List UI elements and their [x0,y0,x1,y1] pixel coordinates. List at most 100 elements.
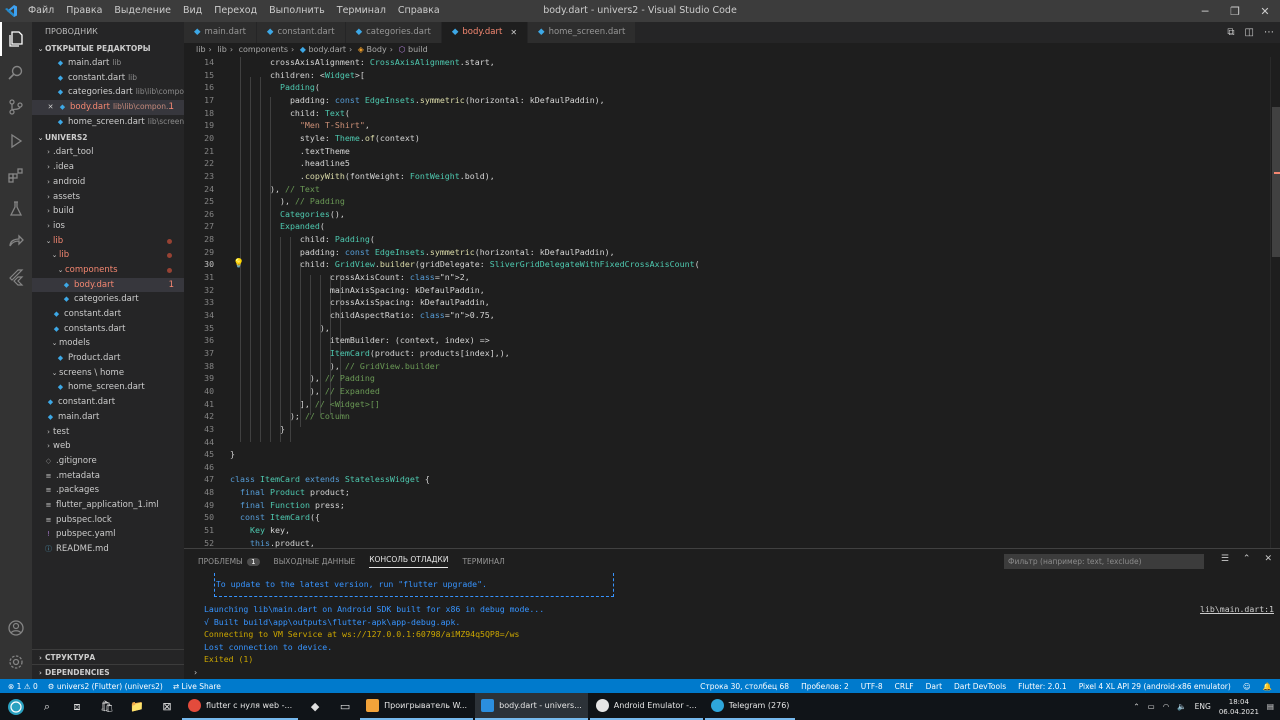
tree-folder[interactable]: › build [32,204,184,219]
extensions-icon[interactable] [0,158,32,192]
tab-debug-console[interactable]: КОНСОЛЬ ОТЛАДКИ [369,555,449,568]
breadcrumb-item[interactable]: lib [217,45,227,54]
cursor-position[interactable]: Строка 30, столбец 68 [700,682,789,691]
chevron-up-icon[interactable]: ⌃ [1133,702,1139,711]
explorer-icon[interactable] [0,22,32,56]
chevron-right-icon[interactable]: › [194,668,197,677]
tree-file[interactable]: ◆ categories.dart [32,292,184,307]
feedback-icon[interactable]: ☺ [1243,682,1251,691]
breadcrumb-item[interactable]: components [239,45,288,54]
tab-body-dart[interactable]: ◆ body.dart ✕ [441,22,529,43]
code-editor[interactable]: 14 crossAxisAlignment: CrossAxisAlignmen… [184,57,1280,548]
menu-edit[interactable]: Правка [60,0,108,22]
debug-filter-input[interactable]: Фильтр (например: text, !exclude) [1004,554,1204,569]
indentation[interactable]: Пробелов: 2 [801,682,849,691]
store-icon[interactable]: 🛍 [92,693,122,720]
taskbar-app-vscode[interactable]: body.dart - univers... [475,693,588,720]
tree-folder[interactable]: › test [32,425,184,440]
open-preview-icon[interactable]: ⧉ [1227,27,1234,38]
tab-output[interactable]: ВЫХОДНЫЕ ДАННЫЕ [274,557,356,566]
close-tab-icon[interactable]: ✕ [510,22,517,43]
menu-go[interactable]: Переход [208,0,263,22]
dart-devtools[interactable]: Dart DevTools [954,682,1006,691]
open-editor-item[interactable]: ◆ constant.dart lib [32,71,184,86]
tree-file[interactable]: ◆ constant.dart [32,307,184,322]
menu-file[interactable]: Файл [22,0,60,22]
breadcrumb-item[interactable]: body.dart [308,45,346,54]
terminal-icon[interactable]: ▭ [330,693,360,720]
run-debug-icon[interactable] [0,124,32,158]
tree-file[interactable]: ◆ constants.dart [32,322,184,337]
tree-file[interactable]: ◆ home_screen.dart [32,380,184,395]
taskbar-app-media-player[interactable]: Проигрыватель W... [360,693,474,720]
task-view-icon[interactable]: ⧈ [62,693,92,720]
source-control-icon[interactable] [0,90,32,124]
testing-icon[interactable] [0,192,32,226]
tree-folder[interactable]: › .idea [32,160,184,175]
network-icon[interactable]: ▭ [1148,702,1155,711]
dependencies-section[interactable]: › DEPENDENCIES [32,664,184,679]
tree-file-active[interactable]: ◆ body.dart 1 [32,277,184,293]
tree-folder[interactable]: ⌄ lib [32,234,184,249]
encoding[interactable]: UTF-8 [861,682,883,691]
tab-problems[interactable]: ПРОБЛЕМЫ 1 [198,557,260,566]
restore-icon[interactable]: ❐ [1220,0,1250,22]
tab-constant-dart[interactable]: ◆ constant.dart [256,22,346,43]
clock[interactable]: 18:04 06.04.2021 [1219,697,1259,717]
minimize-icon[interactable]: ─ [1190,0,1220,22]
close-icon[interactable]: ✕ [46,100,55,115]
notification-center-icon[interactable]: ▤ [1267,702,1274,711]
tree-folder[interactable]: › ios [32,219,184,234]
lightbulb-icon[interactable]: 💡 [233,259,244,269]
tree-file[interactable]: ◆ Product.dart [32,351,184,366]
menu-view[interactable]: Вид [177,0,208,22]
open-editor-item[interactable]: ◆categories.dartlib\lib\compo... [32,85,184,100]
settings-gear-icon[interactable] [0,645,32,679]
search-icon[interactable]: ⌕ [32,693,62,720]
tree-folder[interactable]: › web [32,439,184,454]
live-share-status[interactable]: ⇄ Live Share [173,682,221,691]
taskbar-app-telegram[interactable]: Telegram (276) [704,693,796,720]
tree-file[interactable]: ≡ pubspec.lock [32,513,184,528]
volume-icon[interactable]: 🔈 [1177,702,1186,711]
more-actions-icon[interactable]: ⋯ [1264,27,1274,38]
open-editor-item-active[interactable]: ✕ ◆ body.dart lib\lib\compon... 1 [32,100,184,115]
tree-file[interactable]: ≡ .packages [32,483,184,498]
tree-folder[interactable]: ⌄ models [32,336,184,351]
app-icon[interactable]: ◆ [300,693,330,720]
breadcrumb-item[interactable]: Body [367,45,387,54]
file-explorer-icon[interactable]: 📁 [122,693,152,720]
breadcrumb-item[interactable]: lib [196,45,206,54]
menu-help[interactable]: Справка [392,0,446,22]
wifi-icon[interactable]: ◠ [1163,702,1170,711]
problems-status[interactable]: ⊗ 1 ⚠ 0 [8,682,38,691]
tab-main-dart[interactable]: ◆ main.dart [184,22,257,43]
tab-home-screen-dart[interactable]: ◆ home_screen.dart [528,22,637,43]
maximize-panel-icon[interactable]: ⌃ [1243,554,1251,564]
project-section[interactable]: ⌄ UNIVERS2 [32,131,184,145]
tree-folder[interactable]: ⌄ screens \ home [32,366,184,381]
debug-target-status[interactable]: ⚙ univers2 (Flutter) (univers2) [48,682,163,691]
tree-folder[interactable]: ⌄ components [32,263,184,278]
editor-scrollbar[interactable] [1270,57,1280,548]
outline-section[interactable]: › СТРУКТУРА [32,649,184,664]
tree-file[interactable]: ◆ constant.dart [32,395,184,410]
notifications-icon[interactable]: 🔔 [1263,682,1272,691]
split-editor-icon[interactable]: ◫ [1245,27,1254,38]
breadcrumb-item[interactable]: build [408,45,428,54]
menu-run[interactable]: Выполнить [263,0,331,22]
line-endings[interactable]: CRLF [895,682,914,691]
close-panel-icon[interactable]: ✕ [1264,554,1272,564]
source-link[interactable]: lib\main.dart:1 [1200,604,1274,614]
tab-categories-dart[interactable]: ◆ categories.dart [345,22,442,43]
device-selector[interactable]: Pixel 4 XL API 29 (android-x86 emulator) [1079,682,1231,691]
flutter-icon[interactable] [0,260,32,294]
open-editor-item[interactable]: ◆ main.dart lib [32,56,184,71]
menu-selection[interactable]: Выделение [108,0,177,22]
flutter-version[interactable]: Flutter: 2.0.1 [1018,682,1067,691]
close-icon[interactable]: ✕ [1250,0,1280,22]
search-icon[interactable] [0,56,32,90]
tree-file[interactable]: ⓘ README.md [32,542,184,557]
clear-console-icon[interactable]: ☰ [1221,554,1229,564]
live-share-icon[interactable] [0,226,32,260]
